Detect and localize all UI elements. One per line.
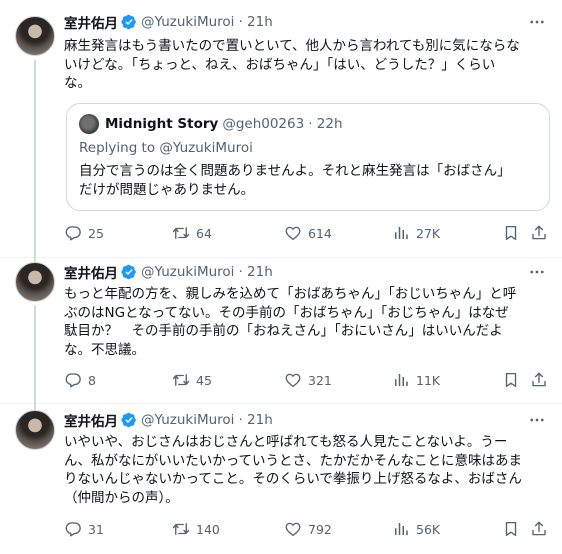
tweet-3[interactable]: 室井佑月 @YuzukiMuroi · 21h いやいや、おじさんはおじさんと呼… bbox=[0, 404, 562, 554]
reply-count: 31 bbox=[88, 521, 104, 537]
bookmark-button[interactable] bbox=[502, 519, 520, 539]
retweet-button[interactable]: 45 bbox=[172, 370, 212, 390]
retweet-count: 140 bbox=[196, 521, 220, 537]
handle[interactable]: @YuzukiMuroi bbox=[141, 412, 234, 428]
more-horizontal-icon bbox=[528, 263, 546, 281]
retweet-button[interactable]: 140 bbox=[172, 519, 220, 539]
tweet-2[interactable]: 室井佑月 @YuzukiMuroi · 21h もっと年配の方を、親しみを込めて… bbox=[0, 258, 562, 404]
display-name[interactable]: 室井佑月 bbox=[64, 410, 118, 430]
share-icon bbox=[530, 224, 548, 242]
view-count: 11K bbox=[416, 372, 441, 388]
tweet-header: 室井佑月 @YuzukiMuroi · 21h bbox=[64, 262, 273, 282]
heart-icon bbox=[284, 224, 302, 242]
views-button[interactable]: 56K bbox=[392, 519, 440, 539]
quoted-display-name: Midnight Story bbox=[105, 116, 219, 132]
views-button[interactable]: 27K bbox=[392, 223, 440, 243]
tweet-header: 室井佑月 @YuzukiMuroi · 21h bbox=[64, 410, 273, 430]
views-chart-icon bbox=[392, 224, 410, 242]
bookmark-icon bbox=[502, 371, 520, 389]
bookmark-button[interactable] bbox=[502, 223, 520, 243]
more-horizontal-icon bbox=[528, 13, 546, 31]
bookmark-icon bbox=[502, 224, 520, 242]
like-count: 614 bbox=[308, 225, 332, 241]
replying-to: Replying to @YuzukiMuroi bbox=[79, 140, 253, 156]
like-button[interactable]: 614 bbox=[284, 223, 332, 243]
retweet-icon bbox=[172, 371, 190, 389]
retweet-count: 45 bbox=[196, 372, 212, 388]
display-name[interactable]: 室井佑月 bbox=[64, 12, 118, 32]
action-bar: 25 64 614 27K bbox=[64, 223, 550, 243]
like-count: 792 bbox=[308, 521, 332, 537]
reply-button[interactable]: 25 bbox=[64, 223, 104, 243]
share-button[interactable] bbox=[530, 370, 548, 390]
more-horizontal-icon bbox=[528, 411, 546, 429]
reply-icon bbox=[64, 371, 82, 389]
more-options-button[interactable] bbox=[528, 411, 546, 429]
share-icon bbox=[530, 520, 548, 538]
view-count: 56K bbox=[416, 521, 441, 537]
action-bar: 31 140 792 56K bbox=[64, 519, 550, 539]
thread-line bbox=[34, 60, 36, 258]
views-chart-icon bbox=[392, 520, 410, 538]
share-button[interactable] bbox=[530, 519, 548, 539]
views-button[interactable]: 11K bbox=[392, 370, 440, 390]
avatar[interactable] bbox=[15, 410, 55, 450]
tweet-header: 室井佑月 @YuzukiMuroi · 21h bbox=[64, 12, 273, 32]
verified-badge-icon bbox=[121, 14, 137, 30]
timestamp[interactable]: · 21h bbox=[238, 412, 272, 428]
quoted-avatar bbox=[79, 114, 99, 134]
timestamp[interactable]: · 21h bbox=[238, 14, 272, 30]
retweet-icon bbox=[172, 224, 190, 242]
share-icon bbox=[530, 371, 548, 389]
verified-badge-icon bbox=[121, 412, 137, 428]
reply-count: 25 bbox=[88, 225, 104, 241]
bookmark-button[interactable] bbox=[502, 370, 520, 390]
like-button[interactable]: 321 bbox=[284, 370, 332, 390]
reply-button[interactable]: 31 bbox=[64, 519, 104, 539]
views-chart-icon bbox=[392, 371, 410, 389]
retweet-count: 64 bbox=[196, 225, 212, 241]
heart-icon bbox=[284, 520, 302, 538]
view-count: 27K bbox=[416, 225, 441, 241]
tweet-text: もっと年配の方を、親しみを込めて「おばあちゃん」「おじいちゃん」と呼 ぶのはNG… bbox=[64, 286, 517, 358]
tweet-text: いやいや、おじさんはおじさんと呼ばれても怒る人見たことないよ。うー ん、私がなに… bbox=[64, 434, 523, 506]
avatar[interactable] bbox=[15, 262, 55, 302]
more-options-button[interactable] bbox=[528, 263, 546, 281]
retweet-button[interactable]: 64 bbox=[172, 223, 212, 243]
tweet-1[interactable]: 室井佑月 @YuzukiMuroi · 21h 麻生発言はもう書いたので置いとい… bbox=[0, 0, 562, 258]
handle[interactable]: @YuzukiMuroi bbox=[141, 264, 234, 280]
quoted-timestamp: · 22h bbox=[308, 116, 343, 132]
action-bar: 8 45 321 11K bbox=[64, 370, 550, 390]
thread-line bbox=[34, 306, 36, 404]
quoted-handle: @geh00263 bbox=[222, 116, 305, 132]
quoted-text: 自分で言うのは全く問題ありませんよ。それと麻生発言は「おばさん」 だけが問題じゃ… bbox=[79, 163, 511, 198]
reply-count: 8 bbox=[88, 372, 96, 388]
like-count: 321 bbox=[308, 372, 332, 388]
like-button[interactable]: 792 bbox=[284, 519, 332, 539]
reply-icon bbox=[64, 520, 82, 538]
heart-icon bbox=[284, 371, 302, 389]
share-button[interactable] bbox=[530, 223, 548, 243]
timestamp[interactable]: · 21h bbox=[238, 264, 272, 280]
quoted-tweet[interactable]: Midnight Story @geh00263 · 22h Replying … bbox=[66, 103, 550, 211]
verified-badge-icon bbox=[121, 264, 137, 280]
quoted-tweet-header: Midnight Story @geh00263 · 22h bbox=[79, 114, 343, 134]
avatar[interactable] bbox=[15, 16, 55, 56]
display-name[interactable]: 室井佑月 bbox=[64, 262, 118, 282]
bookmark-icon bbox=[502, 520, 520, 538]
reply-button[interactable]: 8 bbox=[64, 370, 96, 390]
tweet-text: 麻生発言はもう書いたので置いといて、他人から言われても別に気にならな いけどな。… bbox=[64, 38, 520, 91]
retweet-icon bbox=[172, 520, 190, 538]
reply-icon bbox=[64, 224, 82, 242]
handle[interactable]: @YuzukiMuroi bbox=[141, 14, 234, 30]
more-options-button[interactable] bbox=[528, 13, 546, 31]
